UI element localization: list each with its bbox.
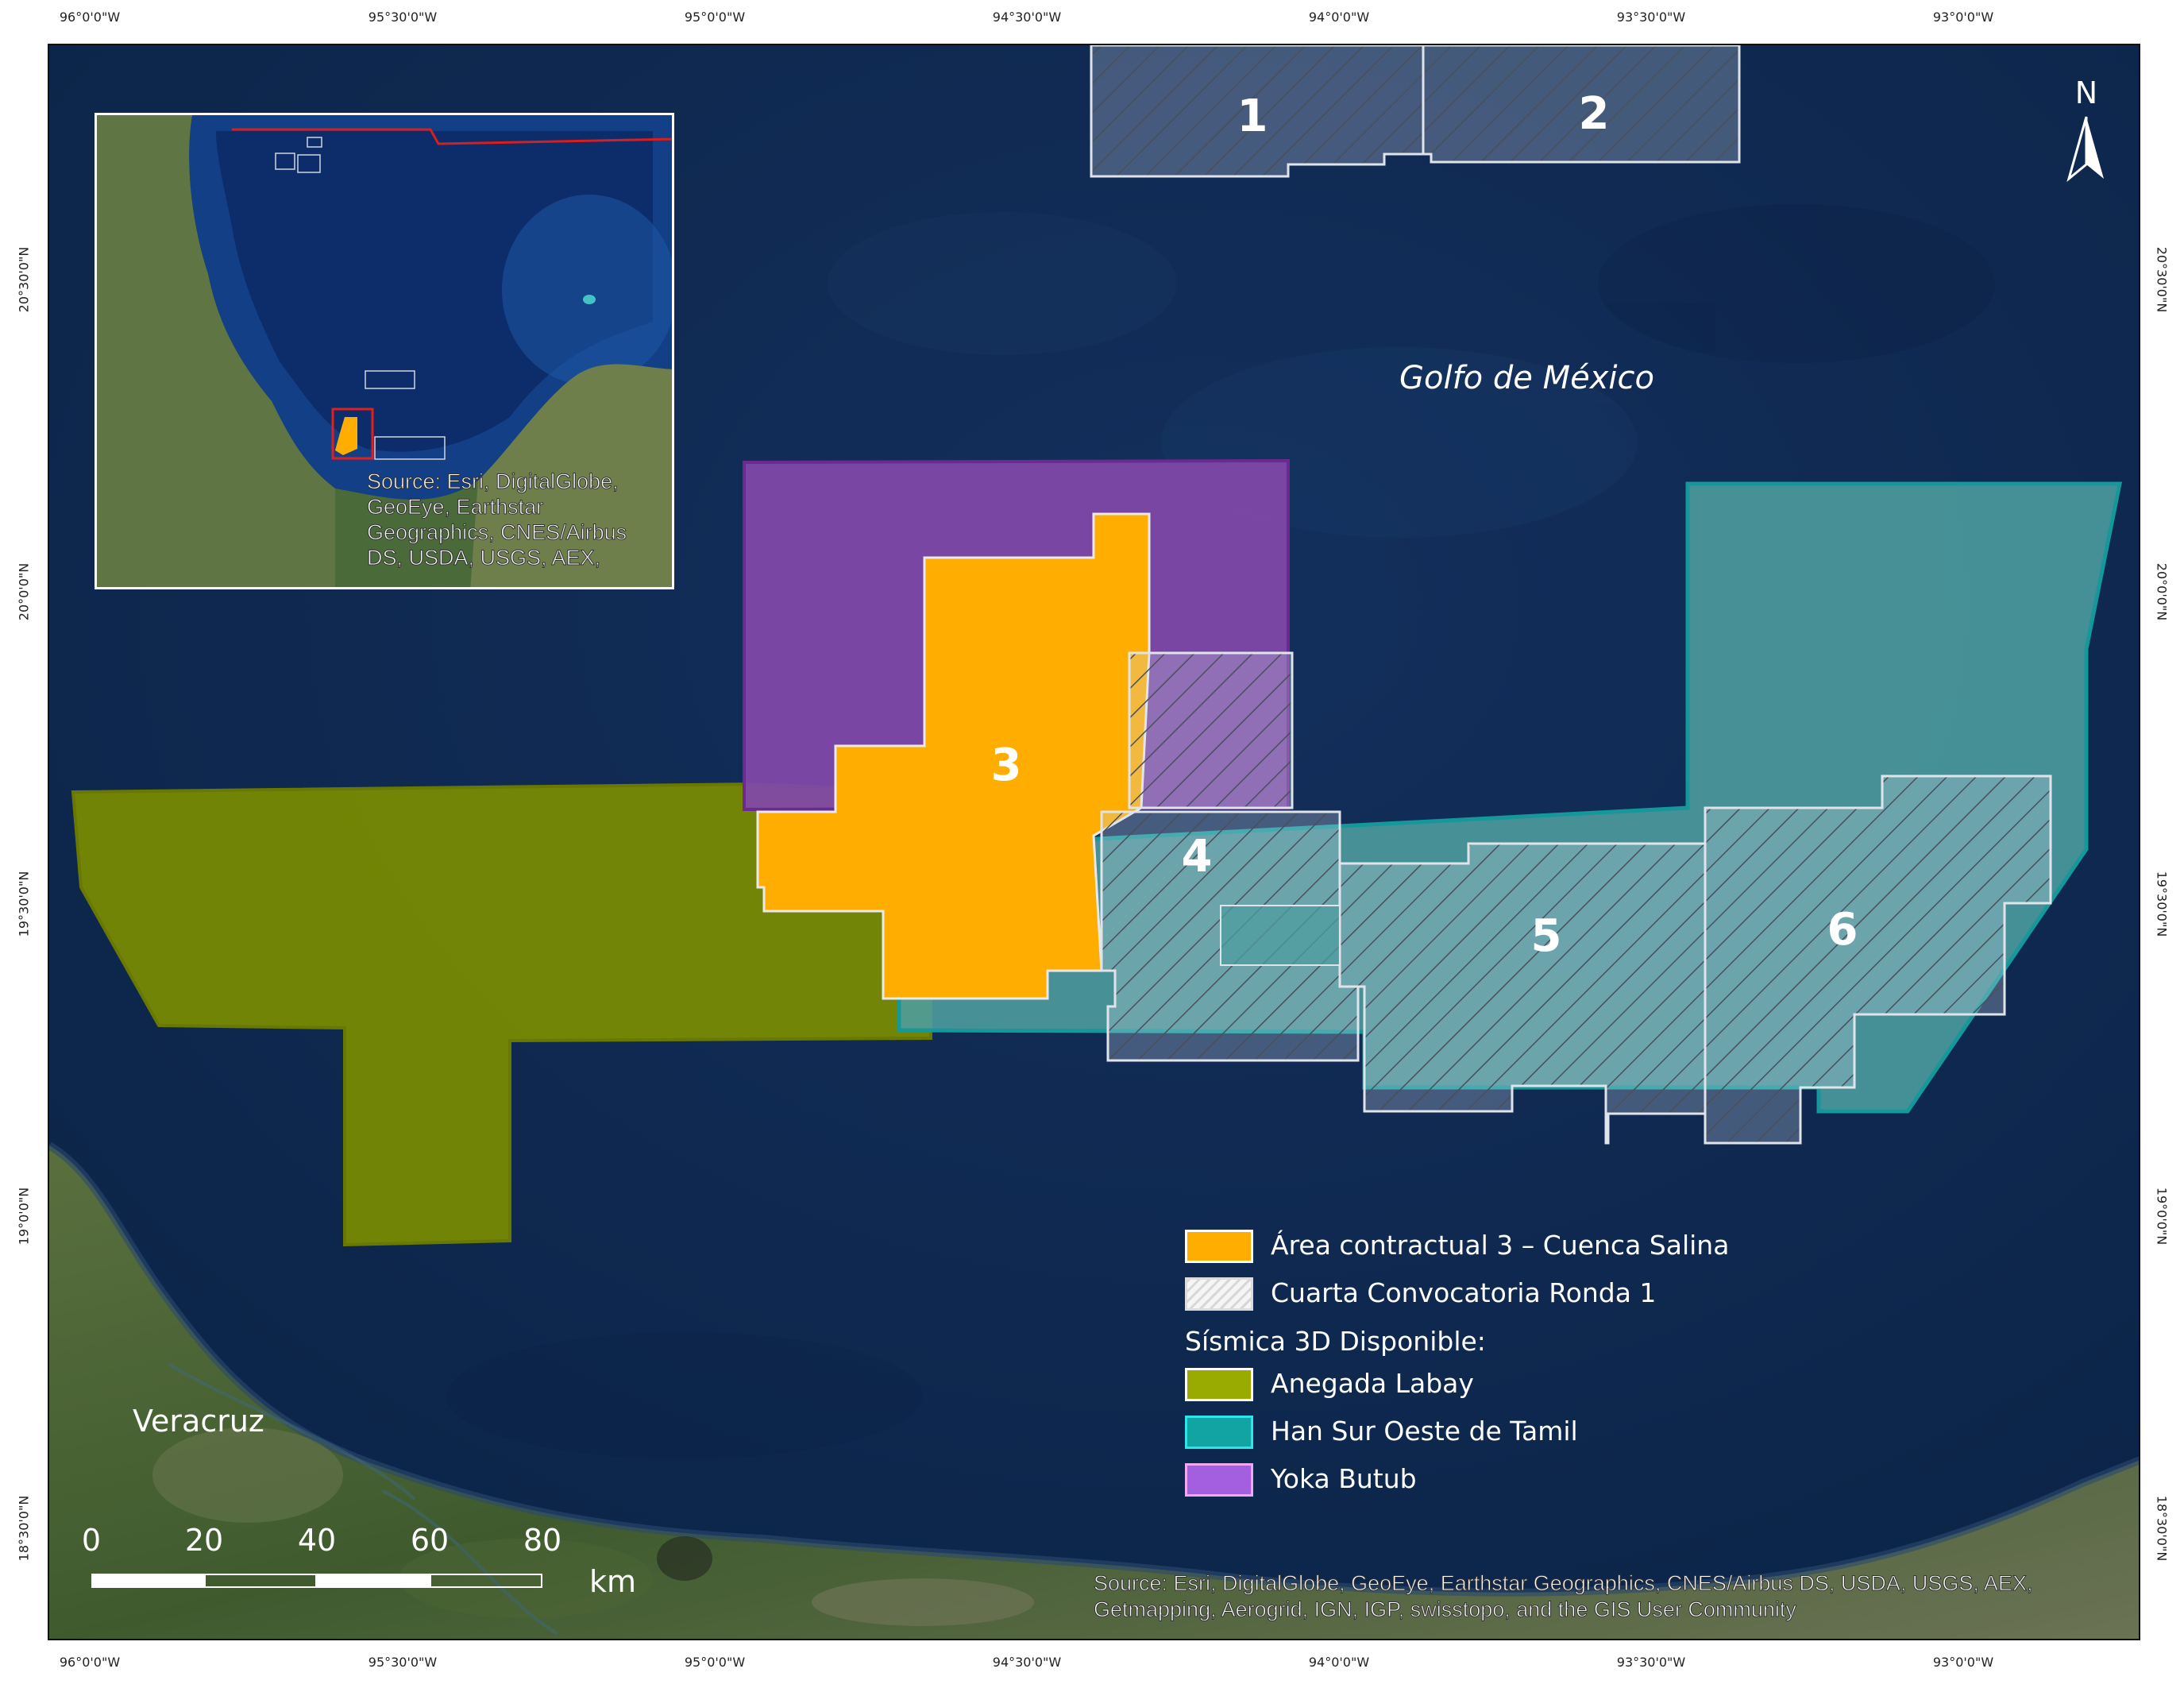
scale-tick-label: 40 [297,1523,337,1558]
legend-swatch-han [1185,1416,1253,1449]
area-label-2: 2 [1579,88,1610,140]
area-label-5: 5 [1531,910,1562,962]
graticule-right-label: 19°0'0"N [2154,1187,2170,1246]
graticule-bottom-label: 93°30'0"W [1616,1655,1686,1670]
legend-item: Han Sur Oeste de Tamil [1185,1411,1900,1458]
legend-item: Anegada Labay [1185,1363,1900,1411]
scale-tick-label: 20 [184,1523,224,1558]
area-label-4: 4 [1182,831,1213,883]
graticule-bottom-label: 95°30'0"W [368,1655,438,1670]
graticule-right-label: 20°30'0"N [2154,246,2170,313]
gulf-label: Golfo de México [1399,360,1654,396]
graticule-top-label: 93°30'0"W [1616,10,1686,25]
legend-swatch-hatch [1185,1277,1253,1311]
graticule-top-label: 95°30'0"W [368,10,438,25]
scale-segment [204,1574,317,1588]
legend-item: Yoka Butub [1185,1458,1900,1506]
legend-label: Han Sur Oeste de Tamil [1271,1416,1578,1447]
graticule-top-label: 95°0'0"W [684,10,746,25]
map-frame[interactable]: 1 2 3 4 5 6 Golfo de México Veracruz N S… [48,44,2140,1640]
north-arrow: N [2055,75,2118,195]
scale-tick-label: 80 [523,1523,562,1558]
graticule-left-label: 18°30'0"N [16,1495,32,1562]
legend-item: Área contractual 3 – Cuenca Salina [1185,1225,1900,1273]
graticule-top-label: 96°0'0"W [59,10,121,25]
graticule-left-label: 19°30'0"N [16,871,32,937]
inset-map[interactable]: Source: Esri, DigitalGlobe, GeoEye, Eart… [95,113,674,589]
area-label-1: 1 [1237,91,1268,142]
scale-tick-label: 60 [410,1523,450,1558]
graticule-bottom-label: 96°0'0"W [59,1655,121,1670]
scale-bar: 0 20 40 60 80 km [82,1523,643,1618]
graticule-top-label: 94°0'0"W [1308,10,1370,25]
legend-swatch-area3 [1185,1230,1253,1263]
map-source-text: Source: Esri, DigitalGlobe, GeoEye, Eart… [1094,1571,2033,1622]
graticule-right-label: 19°30'0"N [2154,871,2170,937]
graticule-bottom-label: 95°0'0"W [684,1655,746,1670]
scale-segment [91,1574,204,1588]
area-label-3: 3 [991,740,1022,791]
scale-segment [430,1574,542,1588]
graticule-right-label: 20°0'0"N [2154,562,2170,621]
legend-label: Área contractual 3 – Cuenca Salina [1271,1230,1730,1261]
north-arrow-icon [2066,116,2104,183]
graticule-bottom-label: 94°30'0"W [992,1655,1062,1670]
graticule-bottom-label: 93°0'0"W [1932,1655,1994,1670]
area-label-6: 6 [1827,904,1858,956]
veracruz-label: Veracruz [133,1404,264,1439]
legend-swatch-yoka [1185,1463,1253,1497]
legend-item: Cuarta Convocatoria Ronda 1 [1185,1273,1900,1320]
inset-source-text: Source: Esri, DigitalGlobe, GeoEye, Eart… [367,469,627,570]
scale-unit: km [589,1564,637,1599]
legend: Área contractual 3 – Cuenca Salina Cuart… [1185,1225,1900,1506]
legend-label: Cuarta Convocatoria Ronda 1 [1271,1277,1657,1308]
graticule-top-label: 94°30'0"W [992,10,1062,25]
graticule-left-label: 19°0'0"N [16,1187,32,1246]
legend-label: Anegada Labay [1271,1368,1474,1399]
legend-label: Yoka Butub [1271,1463,1417,1494]
legend-section-title: Sísmica 3D Disponible: [1185,1326,1486,1357]
graticule-top-label: 93°0'0"W [1932,10,1994,25]
graticule-right-label: 18°30'0"N [2154,1495,2170,1562]
scale-segment [317,1574,430,1588]
scale-tick-label: 0 [81,1523,102,1558]
graticule-bottom-label: 94°0'0"W [1308,1655,1370,1670]
legend-swatch-anegada [1185,1368,1253,1401]
graticule-left-label: 20°30'0"N [16,246,32,313]
graticule-left-label: 20°0'0"N [16,562,32,621]
